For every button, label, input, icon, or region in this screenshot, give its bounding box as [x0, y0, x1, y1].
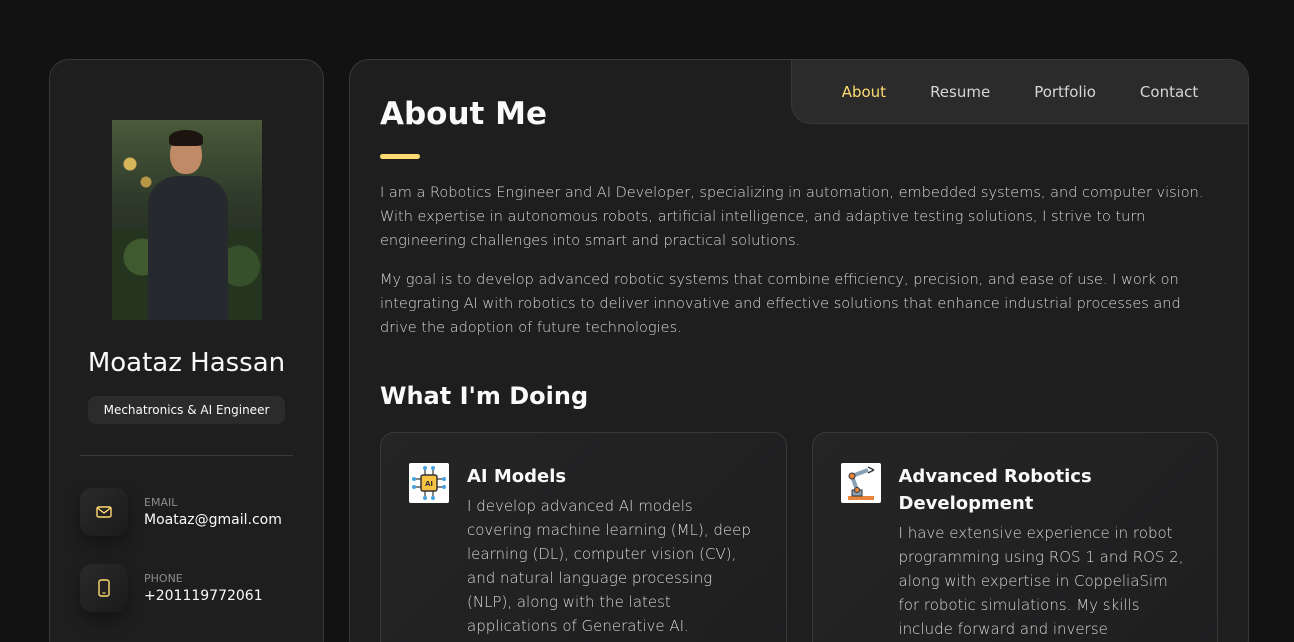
- contact-item-phone: PHONE +201119772061: [80, 564, 293, 612]
- contact-phone-link[interactable]: +201119772061: [144, 588, 263, 604]
- service-text: I have extensive experience in robot pro…: [898, 524, 1184, 638]
- service-title: Advanced Robotics Development: [898, 466, 1092, 514]
- avatar-body: [147, 176, 228, 320]
- nav-link-portfolio[interactable]: Portfolio: [1012, 83, 1118, 101]
- avatar: [111, 120, 262, 320]
- contact-label-phone: PHONE: [144, 572, 183, 585]
- sidebar: Moataz Hassan Mechatronics & AI Engineer…: [49, 59, 324, 642]
- nav-link-resume[interactable]: Resume: [908, 83, 1012, 101]
- contact-item-email: EMAIL Moataz@gmail.com: [80, 488, 293, 536]
- profile-title-badge: Mechatronics & AI Engineer: [88, 396, 285, 424]
- main-panel: About Resume Portfolio Contact About Me …: [349, 59, 1249, 642]
- robot-arm-icon: [840, 463, 881, 503]
- contact-email-link[interactable]: Moataz@gmail.com: [144, 512, 282, 528]
- services-list: AI AI Models I develop advanced AI model…: [380, 432, 1218, 642]
- services-title: What I'm Doing: [380, 382, 589, 410]
- about-paragraph: I am a Robotics Engineer and AI Develope…: [380, 185, 1204, 249]
- nav-link-about[interactable]: About: [820, 83, 908, 101]
- sidebar-separator: [80, 455, 293, 456]
- avatar-hair: [168, 130, 203, 146]
- phone-icon: [80, 564, 128, 612]
- service-title: AI Models: [467, 466, 567, 487]
- service-card-robotics: Advanced Robotics Development I have ext…: [811, 432, 1218, 642]
- profile-name: Moataz Hassan: [87, 348, 286, 378]
- about-paragraph: My goal is to develop advanced robotic s…: [380, 272, 1181, 336]
- navbar: About Resume Portfolio Contact: [791, 60, 1248, 124]
- service-text: I develop advanced AI models covering ma…: [467, 497, 751, 642]
- contact-label-email: EMAIL: [144, 496, 178, 509]
- title-underline: [380, 154, 420, 159]
- svg-text:AI: AI: [425, 480, 433, 488]
- ai-chip-icon: AI: [409, 463, 449, 503]
- about-text: I am a Robotics Engineer and AI Develope…: [380, 181, 1218, 340]
- mail-icon: [80, 488, 128, 536]
- service-card-ai-models: AI AI Models I develop advanced AI model…: [380, 432, 787, 642]
- nav-link-contact[interactable]: Contact: [1118, 83, 1220, 101]
